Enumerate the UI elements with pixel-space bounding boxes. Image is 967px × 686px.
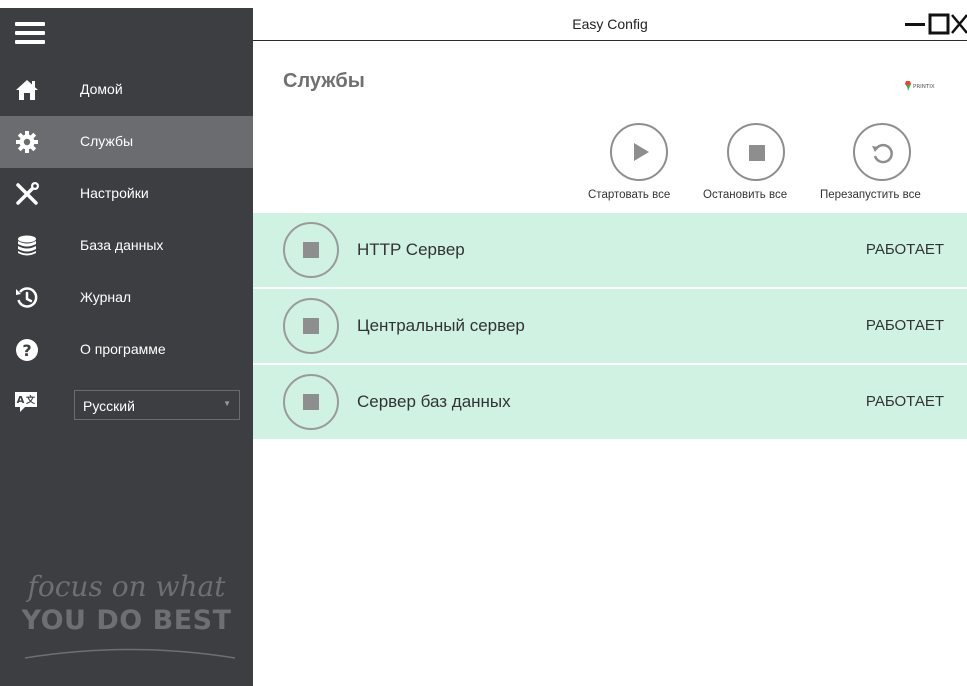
restart-icon [872, 143, 893, 164]
stop-icon [303, 318, 319, 334]
stop-icon [303, 242, 319, 258]
hamburger-icon[interactable] [15, 22, 45, 48]
sidebar-item-label: Службы [80, 133, 134, 149]
play-icon [634, 143, 649, 161]
stop-all-label: Остановить все [703, 189, 788, 201]
slogan-line2: YOU DO BEST [21, 605, 232, 636]
help-icon: ? [16, 339, 38, 361]
svg-text:A: A [17, 395, 25, 406]
start-all-label: Стартовать все [588, 189, 671, 201]
language-value: Русский [83, 398, 135, 414]
svg-text:文: 文 [25, 394, 36, 406]
sidebar-item-settings[interactable]: Настройки [0, 168, 253, 220]
stop-icon [749, 145, 765, 161]
sidebar-item-label: Настройки [80, 185, 149, 201]
sidebar-item-log[interactable]: Журнал [0, 272, 253, 324]
service-stop-button[interactable] [283, 298, 339, 354]
title-bar: Easy Config [253, 8, 967, 41]
app-window: Домой Службы Настройки База данных Журна… [0, 0, 967, 686]
chevron-down-icon: ▼ [223, 399, 231, 408]
close-icon[interactable] [949, 12, 967, 36]
service-name: Центральный сервер [357, 316, 525, 335]
history-icon [16, 287, 38, 308]
service-stop-button[interactable] [283, 374, 339, 430]
page-title: Службы [283, 70, 365, 92]
service-row: HTTP Сервер РАБОТАЕТ [253, 213, 967, 287]
minimize-icon[interactable] [903, 12, 927, 36]
restart-all-label: Перезапустить все [820, 189, 921, 201]
service-stop-button[interactable] [283, 222, 339, 278]
stop-icon [303, 394, 319, 410]
sidebar-item-label: База данных [80, 237, 164, 253]
service-name: HTTP Сервер [357, 240, 465, 259]
slogan-line1: focus on what [27, 570, 226, 603]
database-icon [18, 235, 36, 256]
sidebar-item-label: Журнал [80, 289, 132, 305]
sidebar-item-home[interactable]: Домой [0, 64, 253, 116]
window-title: Easy Config [572, 16, 648, 32]
printix-logo: PRINTIX [905, 81, 935, 91]
language-icon: A 文 [15, 392, 37, 412]
home-icon [16, 80, 38, 100]
sidebar: Домой Службы Настройки База данных Журна… [0, 8, 253, 686]
service-status: РАБОТАЕТ [865, 241, 944, 258]
sidebar-item-label: О программе [80, 341, 166, 357]
sidebar-item-about[interactable]: ? О программе [0, 324, 253, 376]
service-row: Сервер баз данных РАБОТАЕТ [253, 365, 967, 439]
svg-text:?: ? [22, 341, 31, 360]
maximize-icon[interactable] [927, 12, 951, 36]
sidebar-item-services[interactable]: Службы [0, 116, 253, 168]
language-select[interactable]: Русский ▼ [74, 390, 240, 420]
service-name: Сервер баз данных [357, 392, 511, 411]
sidebar-item-database[interactable]: База данных [0, 220, 253, 272]
slogan-swoosh [25, 648, 235, 659]
sidebar-item-label: Домой [80, 81, 123, 97]
svg-text:PRINTIX: PRINTIX [913, 84, 935, 90]
service-status: РАБОТАЕТ [865, 393, 944, 410]
service-row: Центральный сервер РАБОТАЕТ [253, 289, 967, 363]
gear-icon [16, 131, 38, 153]
service-status: РАБОТАЕТ [865, 317, 944, 334]
tools-icon [16, 182, 39, 205]
